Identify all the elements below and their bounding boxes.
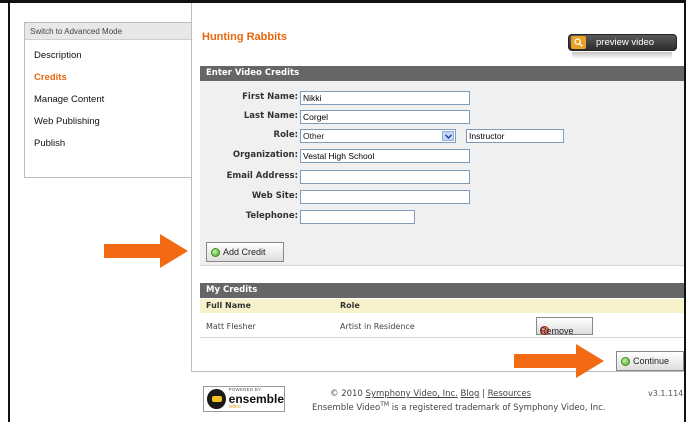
email-label: Email Address:	[226, 171, 298, 181]
chevron-down-icon[interactable]	[442, 131, 454, 141]
telephone-row: Telephone:	[200, 210, 684, 224]
ensemble-logo: POWERED BY ensemble video	[203, 386, 285, 412]
arrow-right-icon	[104, 234, 188, 268]
organization-row: Organization: Vestal High School	[200, 149, 684, 163]
remove-label: Remove	[540, 326, 574, 336]
first-name-label: First Name:	[242, 92, 298, 102]
content-bottom-divider	[191, 371, 684, 372]
sidebar-item-description[interactable]: Description	[34, 45, 192, 67]
blog-link[interactable]: Blog	[461, 389, 480, 399]
copyright-text: © 2010	[330, 389, 363, 399]
column-full-name: Full Name	[206, 301, 251, 310]
credits-table-header: Full Name Role	[200, 299, 684, 313]
email-input[interactable]	[300, 170, 470, 184]
trademark-text: is a registered trademark of Symphony Vi…	[391, 402, 606, 413]
footer-trademark: Ensemble VideoTM is a registered tradema…	[312, 401, 606, 413]
first-name-input[interactable]: Nikki	[300, 91, 470, 105]
role-other-input[interactable]: Instructor	[466, 129, 564, 143]
window-left-border	[8, 3, 10, 422]
trademark-sup: TM	[380, 401, 390, 408]
ensemble-logo-icon	[207, 389, 226, 409]
last-name-input[interactable]: Corgel	[300, 110, 470, 124]
search-icon	[571, 36, 586, 49]
email-row: Email Address:	[200, 170, 684, 184]
website-label: Web Site:	[251, 191, 298, 201]
sidebar-item-credits[interactable]: Credits	[34, 67, 192, 89]
version-label: v3.1.114	[648, 389, 684, 398]
first-name-row: First Name: Nikki	[200, 91, 684, 105]
last-name-row: Last Name: Corgel	[200, 110, 684, 124]
table-row: Matt Flesher Artist in Residence Remove	[200, 314, 684, 338]
website-row: Web Site:	[200, 190, 684, 204]
role-select-value: Other	[303, 131, 325, 141]
enter-credits-header: Enter Video Credits	[200, 66, 684, 81]
preview-button-reflection	[572, 52, 672, 59]
credit-role: Artist in Residence	[340, 322, 415, 331]
content-divider	[191, 3, 192, 372]
logo-brand: ensemble	[228, 391, 284, 406]
telephone-input[interactable]	[300, 210, 415, 224]
add-credit-button[interactable]: Add Credit	[206, 242, 284, 262]
organization-label: Organization:	[232, 150, 298, 160]
footer-copyright: © 2010 Symphony Video, Inc. Blog | Resou…	[330, 389, 531, 399]
preview-video-button[interactable]: preview video	[568, 34, 677, 51]
sidebar-item-web-publishing[interactable]: Web Publishing	[34, 111, 192, 133]
continue-button[interactable]: Continue	[616, 351, 684, 371]
footer-separator: |	[482, 389, 485, 399]
window-top-border	[0, 0, 686, 3]
sidebar: Switch to Advanced Mode Description Cred…	[24, 22, 192, 178]
sidebar-nav: Description Credits Manage Content Web P…	[25, 40, 192, 155]
website-input[interactable]	[300, 190, 470, 204]
role-row: Role: Other Instructor	[200, 129, 684, 143]
continue-label: Continue	[633, 356, 670, 366]
telephone-label: Telephone:	[245, 211, 298, 221]
column-role: Role	[340, 301, 360, 310]
resources-link[interactable]: Resources	[488, 389, 531, 399]
add-credit-label: Add Credit	[223, 247, 266, 257]
credits-form: First Name: Nikki Last Name: Corgel Role…	[200, 81, 684, 266]
arrow-right-icon	[514, 344, 606, 378]
my-credits-header: My Credits	[200, 283, 684, 298]
remove-credit-button[interactable]: Remove	[536, 317, 593, 336]
sidebar-item-manage-content[interactable]: Manage Content	[34, 89, 192, 111]
page-title: Hunting Rabbits	[202, 31, 287, 43]
company-link[interactable]: Symphony Video, Inc.	[366, 389, 458, 399]
role-select[interactable]: Other	[300, 129, 456, 143]
continue-icon	[621, 356, 630, 366]
advanced-mode-link[interactable]: Switch to Advanced Mode	[25, 23, 192, 40]
preview-video-label: preview video	[596, 37, 655, 48]
sidebar-item-publish[interactable]: Publish	[34, 133, 192, 155]
credit-full-name: Matt Flesher	[206, 322, 256, 331]
role-label: Role:	[273, 130, 298, 140]
trademark-name: Ensemble Video	[312, 402, 381, 413]
organization-input[interactable]: Vestal High School	[300, 149, 470, 163]
last-name-label: Last Name:	[243, 111, 298, 121]
add-icon	[211, 247, 220, 257]
